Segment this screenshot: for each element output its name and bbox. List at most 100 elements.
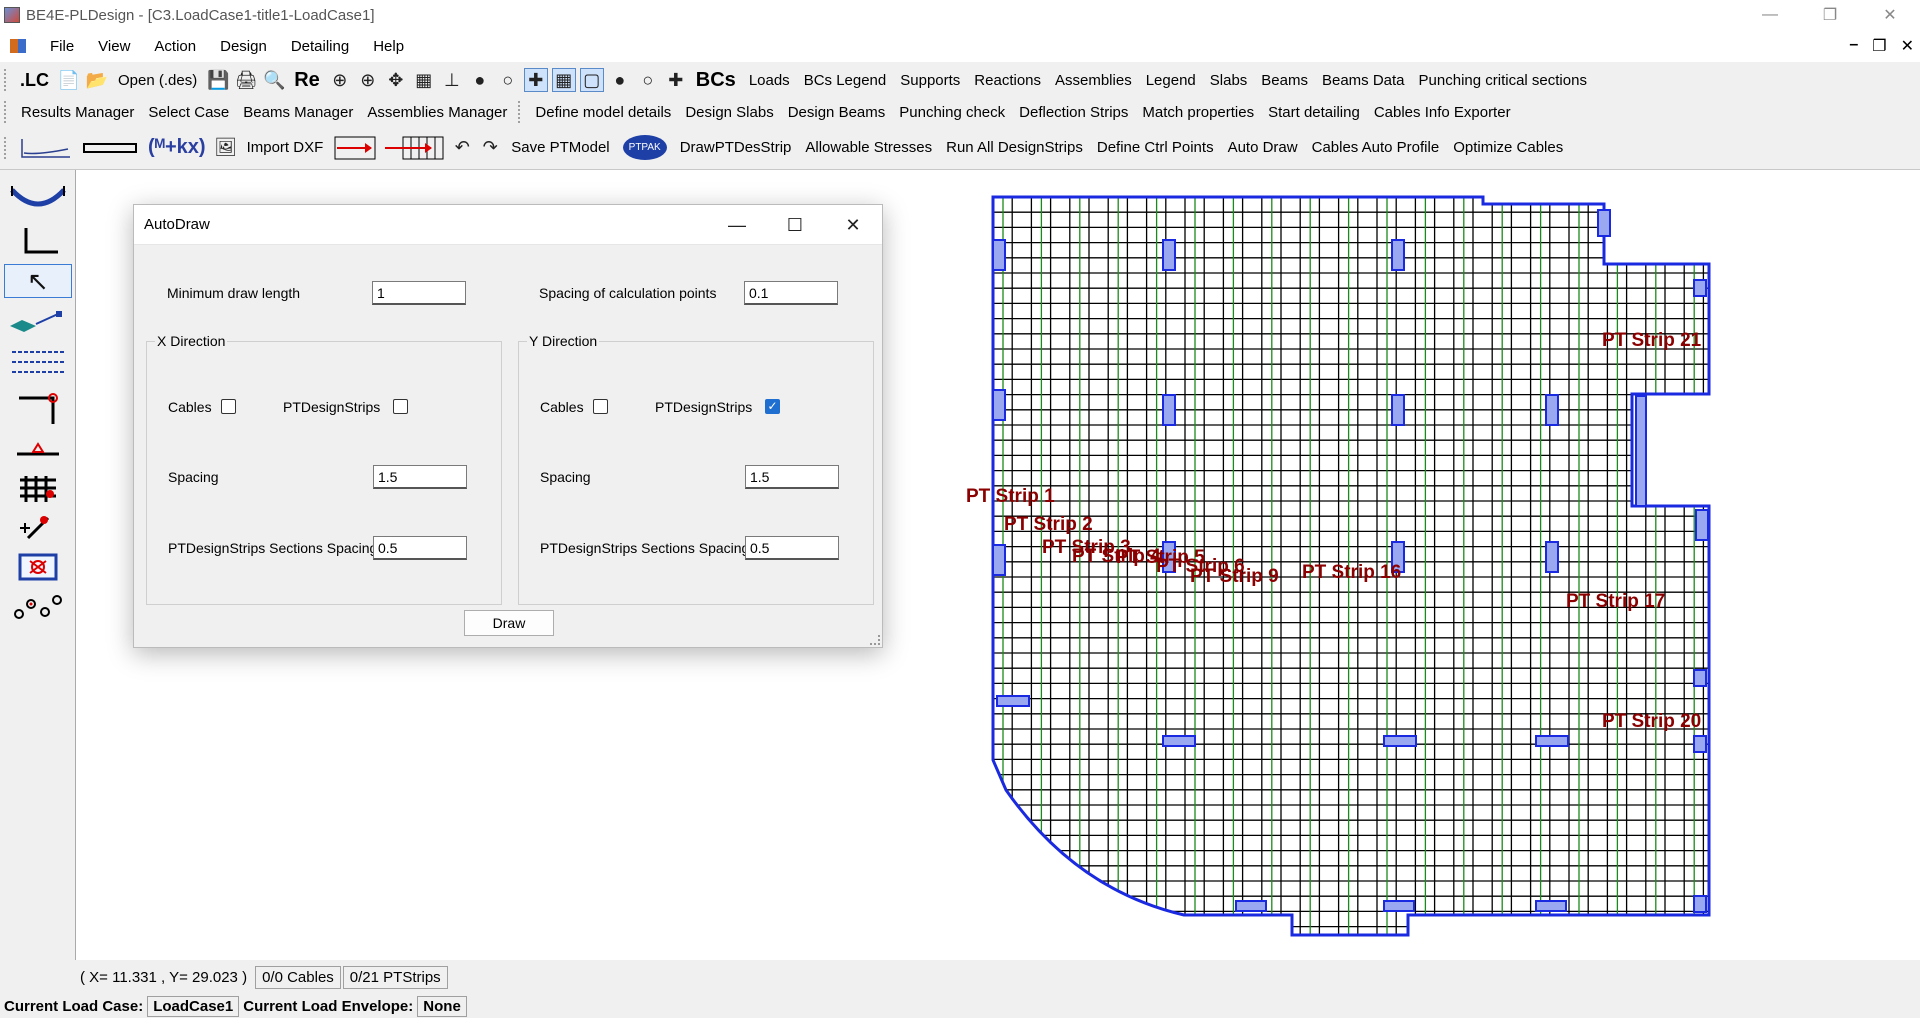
toolbar-grip[interactable] [518, 101, 522, 123]
axis-tool-icon[interactable] [6, 224, 70, 258]
tendon-arrow-icon[interactable] [332, 136, 378, 160]
zoom-window-icon[interactable]: ⊕ [328, 68, 352, 92]
load-envelope-value[interactable]: None [417, 995, 467, 1017]
close-icon[interactable]: ✕ [1860, 0, 1920, 30]
mdi-restore-icon[interactable]: ❐ [1872, 36, 1886, 56]
beams-button[interactable]: Beams [1254, 72, 1315, 89]
print-icon[interactable]: 🖨 [234, 68, 258, 92]
lc-button[interactable]: .LC [14, 70, 55, 91]
pan-icon[interactable]: ✥ [384, 68, 408, 92]
run-all-designstrips-button[interactable]: Run All DesignStrips [939, 139, 1090, 156]
mesh-grid-tool-icon[interactable] [6, 472, 70, 506]
toolbar-grip[interactable] [4, 101, 8, 123]
mdi-minimize-icon[interactable]: – [1849, 36, 1858, 56]
menu-detailing[interactable]: Detailing [279, 38, 361, 55]
dialog-title-bar[interactable]: AutoDraw — ☐ ✕ [134, 205, 882, 245]
restore-icon[interactable]: ❐ [1800, 0, 1860, 30]
point-tool-icon[interactable] [6, 510, 70, 544]
punching-check-button[interactable]: Punching check [892, 104, 1012, 121]
mesh-tool-icon[interactable]: ▦ [551, 68, 576, 92]
save-icon[interactable]: 💾 [206, 68, 230, 92]
mdi-close-icon[interactable]: ✕ [1901, 36, 1914, 56]
define-model-details-button[interactable]: Define model details [528, 104, 678, 121]
match-properties-button[interactable]: Match properties [1135, 104, 1261, 121]
allowable-stresses-button[interactable]: Allowable Stresses [798, 139, 939, 156]
profile-curve-icon[interactable] [16, 136, 76, 160]
import-dxf-button[interactable]: Import DXF [240, 139, 331, 156]
results-manager-button[interactable]: Results Manager [14, 104, 141, 121]
minimize-icon[interactable]: — [1740, 0, 1800, 30]
dialog-maximize-icon[interactable]: ☐ [766, 205, 824, 245]
menu-help[interactable]: Help [361, 38, 416, 55]
delete-area-tool-icon[interactable] [6, 550, 70, 584]
redo-icon[interactable]: ↷ [478, 136, 502, 160]
print-preview-icon[interactable]: 🔍 [262, 68, 286, 92]
design-beams-button[interactable]: Design Beams [781, 104, 893, 121]
define-ctrl-points-button[interactable]: Define Ctrl Points [1090, 139, 1221, 156]
open-des-button[interactable]: Open (.des) [111, 72, 204, 89]
x-sections-spacing-input[interactable] [373, 536, 467, 560]
circle-node-icon[interactable]: ○ [496, 68, 520, 92]
line-tool-icon[interactable]: ✚ [523, 68, 548, 92]
node-icon[interactable]: ● [468, 68, 492, 92]
undo-icon[interactable]: ↶ [450, 136, 474, 160]
spacing-calc-points-input[interactable] [744, 281, 838, 305]
cables-info-exporter-button[interactable]: Cables Info Exporter [1367, 104, 1518, 121]
y-spacing-input[interactable] [745, 465, 839, 489]
document-icon[interactable] [10, 39, 26, 53]
import-dxf-icon[interactable]: 🖼 [214, 136, 238, 160]
menu-design[interactable]: Design [208, 38, 279, 55]
open-folder-icon[interactable]: 📂 [85, 68, 109, 92]
zoom-in-icon[interactable]: ⊕ [356, 68, 380, 92]
optimize-cables-button[interactable]: Optimize Cables [1446, 139, 1570, 156]
x-spacing-input[interactable] [373, 465, 467, 489]
assemblies-button[interactable]: Assemblies [1048, 72, 1139, 89]
auto-draw-button[interactable]: Auto Draw [1221, 139, 1305, 156]
supports-button[interactable]: Supports [893, 72, 967, 89]
start-detailing-button[interactable]: Start detailing [1261, 104, 1367, 121]
beam-section-icon[interactable] [80, 136, 140, 160]
bcs-button[interactable]: BCs [690, 69, 742, 92]
nodes-tool-icon[interactable] [6, 590, 70, 624]
area-tool-icon[interactable]: ▢ [579, 68, 604, 92]
strip-tool-icon[interactable] [6, 344, 70, 378]
ptpak-logo[interactable]: PTPAK [622, 135, 667, 160]
loads-button[interactable]: Loads [742, 72, 797, 89]
support-icon[interactable]: ✚ [664, 68, 688, 92]
new-file-icon[interactable]: 📄 [57, 68, 81, 92]
moment-icon[interactable]: ○ [636, 68, 660, 92]
toolbar-grip[interactable] [4, 136, 8, 159]
tendon-grid-icon[interactable] [382, 136, 446, 160]
y-cables-checkbox[interactable] [593, 399, 608, 414]
y-ptdesignstrips-checkbox[interactable]: ✓ [765, 399, 780, 414]
menu-action[interactable]: Action [142, 38, 208, 55]
legend-button[interactable]: Legend [1139, 72, 1203, 89]
save-ptmodel-button[interactable]: Save PTModel [504, 139, 616, 156]
y-sections-spacing-input[interactable] [745, 536, 839, 560]
select-pointer-icon[interactable]: ↖ [4, 264, 72, 298]
min-draw-length-input[interactable] [372, 281, 466, 305]
formula-button[interactable]: (ᴹ+kx) [142, 136, 212, 159]
x-ptdesignstrips-checkbox[interactable] [393, 399, 408, 414]
dialog-close-icon[interactable]: ✕ [824, 205, 882, 245]
re-button[interactable]: Re [288, 69, 326, 92]
bcs-legend-button[interactable]: BCs Legend [797, 72, 894, 89]
beams-data-button[interactable]: Beams Data [1315, 72, 1412, 89]
slab-tool-icon[interactable] [6, 304, 70, 338]
draw-pt-des-strip-button[interactable]: DrawPTDesStrip [673, 139, 799, 156]
draw-button[interactable]: Draw [464, 610, 554, 636]
deflection-strips-button[interactable]: Deflection Strips [1012, 104, 1135, 121]
menu-file[interactable]: File [38, 38, 86, 55]
grid-icon[interactable]: ▦ [412, 68, 436, 92]
punching-critical-sections-button[interactable]: Punching critical sections [1412, 72, 1594, 89]
beams-manager-button[interactable]: Beams Manager [236, 104, 360, 121]
assemblies-manager-button[interactable]: Assemblies Manager [360, 104, 514, 121]
reactions-button[interactable]: Reactions [967, 72, 1048, 89]
cables-auto-profile-button[interactable]: Cables Auto Profile [1305, 139, 1447, 156]
load-case-value[interactable]: LoadCase1 [147, 995, 240, 1017]
dialog-minimize-icon[interactable]: — [708, 205, 766, 245]
design-slabs-button[interactable]: Design Slabs [678, 104, 780, 121]
support-tool-icon[interactable] [6, 432, 70, 466]
column-tool-icon[interactable] [6, 392, 70, 426]
point-load-icon[interactable]: ● [608, 68, 632, 92]
